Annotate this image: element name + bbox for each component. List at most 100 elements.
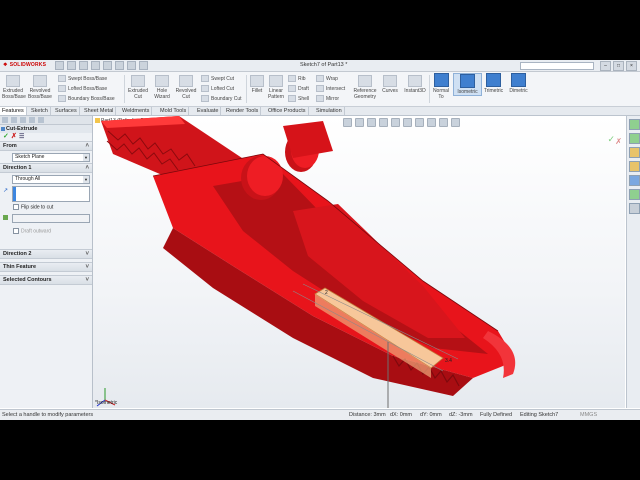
- draft-outward-checkbox[interactable]: Draft outward: [13, 228, 51, 234]
- mirror-button[interactable]: Mirror: [316, 95, 339, 102]
- instant3d-button[interactable]: Instant3D: [402, 75, 428, 94]
- status-dz: dZ: -3mm: [449, 412, 473, 418]
- appearances-icon[interactable]: [628, 175, 640, 186]
- dimetric-icon: [511, 73, 526, 87]
- quick-access-toolbar: [55, 61, 148, 70]
- red-part-model[interactable]: [101, 116, 516, 396]
- tab-simulation[interactable]: Simulation: [314, 107, 345, 115]
- status-distance: Distance: 3mm: [349, 412, 386, 418]
- boundary-boss-icon: [58, 95, 66, 102]
- direction-arrow-icon[interactable]: ↗: [3, 187, 8, 194]
- graphics-area[interactable]: Part13 (Default<<Def ✓ ✗: [93, 116, 625, 408]
- extruded-cut-icon: [131, 75, 145, 87]
- display-manager-icon[interactable]: [38, 117, 44, 123]
- minimize-icon[interactable]: –: [600, 61, 611, 71]
- rebuild-icon[interactable]: [127, 61, 136, 70]
- svg-text:2: 2: [325, 290, 328, 296]
- curves-button[interactable]: Curves: [380, 75, 400, 94]
- selected-contours-section-header[interactable]: Selected Contours ˅: [0, 275, 92, 285]
- boundary-boss-button[interactable]: Boundary Boss/Base: [58, 95, 115, 102]
- extruded-boss-icon: [6, 75, 20, 87]
- thin-feature-section-header[interactable]: Thin Feature ˅: [0, 262, 92, 272]
- normal-to-button[interactable]: Normal To: [431, 73, 451, 100]
- view-palette-icon[interactable]: [628, 161, 640, 172]
- extruded-cut-button[interactable]: Extruded Cut: [127, 75, 149, 100]
- isometric-icon: [460, 74, 475, 88]
- custom-properties-icon[interactable]: [628, 189, 640, 200]
- shell-button[interactable]: Shell: [288, 95, 309, 102]
- direction2-section-header[interactable]: Direction 2 ˅: [0, 249, 92, 259]
- tab-sheet-metal[interactable]: Sheet Metal: [82, 107, 117, 115]
- property-manager-icon[interactable]: [11, 117, 17, 123]
- print-icon[interactable]: [91, 61, 100, 70]
- draft-icon: [3, 215, 8, 220]
- solidworks-window: ❖ SOLIDWORKS Sketch7 of Part13 * – □ × Ex…: [0, 60, 640, 420]
- tab-evaluate[interactable]: Evaluate: [195, 107, 222, 115]
- solidworks-resources-icon[interactable]: [628, 119, 640, 130]
- from-select[interactable]: Sketch Plane ▼: [12, 153, 90, 162]
- dimxpert-icon[interactable]: [29, 117, 35, 123]
- revolved-boss-button[interactable]: Revolved Boss/Base: [28, 75, 52, 100]
- revolved-cut-icon: [179, 75, 193, 87]
- maximize-icon[interactable]: □: [613, 61, 624, 71]
- dimetric-button[interactable]: Dimetric: [507, 73, 530, 94]
- select-icon[interactable]: [115, 61, 124, 70]
- reference-geometry-button[interactable]: Reference Geometry: [350, 75, 380, 100]
- lofted-boss-button[interactable]: Lofted Boss/Base: [58, 85, 107, 92]
- isometric-button[interactable]: Isometric: [453, 73, 482, 96]
- lofted-cut-button[interactable]: Lofted Cut: [201, 85, 234, 92]
- tab-render-tools[interactable]: Render Tools: [224, 107, 262, 115]
- undo-icon[interactable]: [103, 61, 112, 70]
- flip-side-checkbox[interactable]: Flip side to cut: [13, 204, 53, 210]
- swept-boss-icon: [58, 75, 66, 82]
- open-icon[interactable]: [67, 61, 76, 70]
- detailed-preview-icon[interactable]: ☰: [19, 133, 24, 141]
- tab-sketch[interactable]: Sketch: [29, 107, 51, 115]
- new-icon[interactable]: [55, 61, 64, 70]
- intersect-button[interactable]: Intersect: [316, 85, 345, 92]
- swept-cut-button[interactable]: Swept Cut: [201, 75, 234, 82]
- cancel-x-icon[interactable]: ✗: [11, 133, 17, 141]
- end-condition-select[interactable]: Through All ▼: [12, 175, 90, 184]
- direction1-section-header[interactable]: Direction 1 ˄: [0, 163, 92, 173]
- search-input[interactable]: [520, 62, 594, 70]
- linear-pattern-icon: [269, 75, 283, 87]
- extruded-boss-button[interactable]: Extruded Boss/Base: [2, 75, 26, 100]
- direction-selection-box[interactable]: [12, 186, 90, 202]
- draft-button[interactable]: Draft: [288, 85, 309, 92]
- close-icon[interactable]: ×: [626, 61, 637, 71]
- from-section-header[interactable]: From ˄: [0, 141, 92, 151]
- save-icon[interactable]: [79, 61, 88, 70]
- linear-pattern-button[interactable]: Linear Pattern: [266, 75, 286, 100]
- feature-tree-icon[interactable]: [2, 117, 8, 123]
- expand-icon: ˅: [85, 251, 89, 257]
- tab-features[interactable]: Features: [0, 107, 27, 115]
- tab-office-products[interactable]: Office Products: [266, 107, 309, 115]
- rib-button[interactable]: Rib: [288, 75, 306, 82]
- swept-boss-button[interactable]: Swept Boss/Base: [58, 75, 107, 82]
- design-library-icon[interactable]: [628, 133, 640, 144]
- hole-wizard-icon: [155, 75, 169, 87]
- collapse-icon: ˄: [85, 165, 89, 171]
- file-explorer-icon[interactable]: [628, 147, 640, 158]
- boundary-cut-button[interactable]: Boundary Cut: [201, 95, 242, 102]
- wrap-button[interactable]: Wrap: [316, 75, 338, 82]
- command-manager: Extruded Boss/Base Revolved Boss/Base Sw…: [0, 72, 640, 107]
- ok-check-icon[interactable]: ✓: [3, 133, 9, 141]
- fillet-icon: [250, 75, 264, 87]
- tab-surfaces[interactable]: Surfaces: [53, 107, 80, 115]
- options-icon[interactable]: [139, 61, 148, 70]
- revolved-cut-button[interactable]: Revolved Cut: [174, 75, 198, 100]
- status-bar: Select a handle to modify parameters Dis…: [0, 409, 640, 420]
- trimetric-button[interactable]: Trimetric: [481, 73, 506, 94]
- tab-mold-tools[interactable]: Mold Tools: [158, 107, 190, 115]
- app-logo[interactable]: ❖ SOLIDWORKS: [3, 62, 46, 68]
- hole-wizard-button[interactable]: Hole Wizard: [151, 75, 173, 100]
- configuration-manager-icon[interactable]: [20, 117, 26, 123]
- fillet-button[interactable]: Fillet: [248, 75, 266, 94]
- tab-weldments[interactable]: Weldments: [120, 107, 153, 115]
- forum-icon[interactable]: [628, 203, 640, 214]
- units-button[interactable]: MMGS: [580, 412, 597, 418]
- status-dx: dX: 0mm: [390, 412, 413, 418]
- draft-angle-input[interactable]: [12, 214, 90, 223]
